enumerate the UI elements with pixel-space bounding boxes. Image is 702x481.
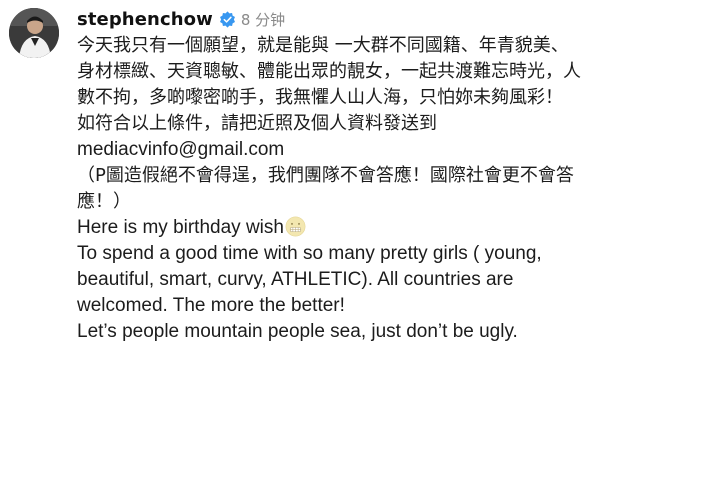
caption-english-paragraph-2: To spend a good time with so many pretty…: [77, 243, 542, 316]
caption-chinese-paragraph-2: 如符合以上條件，請把近照及個人資料發送到: [77, 113, 437, 134]
birthday-wish-text: Here is my birthday wish: [77, 217, 284, 238]
verified-badge-icon: [219, 10, 236, 28]
caption-email: mediacvinfo@gmail.com: [77, 139, 285, 160]
caption-english-paragraph-1: Here is my birthday wish: [77, 215, 693, 241]
profile-avatar[interactable]: [9, 8, 59, 58]
post-header: stephenchow 8 分钟: [77, 5, 285, 33]
grimacing-face-emoji-icon: [285, 216, 306, 237]
post-timestamp: 8 分钟: [240, 10, 286, 29]
post-caption: 今天我只有一個願望，就是能與 一大群不同國籍、年青貌美、 身材標緻、天資聰敏、體…: [77, 33, 693, 345]
caption-chinese-paragraph-1: 今天我只有一個願望，就是能與 一大群不同國籍、年青貌美、 身材標緻、天資聰敏、體…: [77, 35, 581, 108]
caption-english-paragraph-3: Let’s people mountain people sea, just d…: [77, 321, 518, 342]
username-link[interactable]: stephenchow: [77, 9, 213, 30]
caption-chinese-paragraph-3: （P圖造假絕不會得逞，我們團隊不會答應！國際社會更不會答 應！）: [77, 165, 574, 212]
